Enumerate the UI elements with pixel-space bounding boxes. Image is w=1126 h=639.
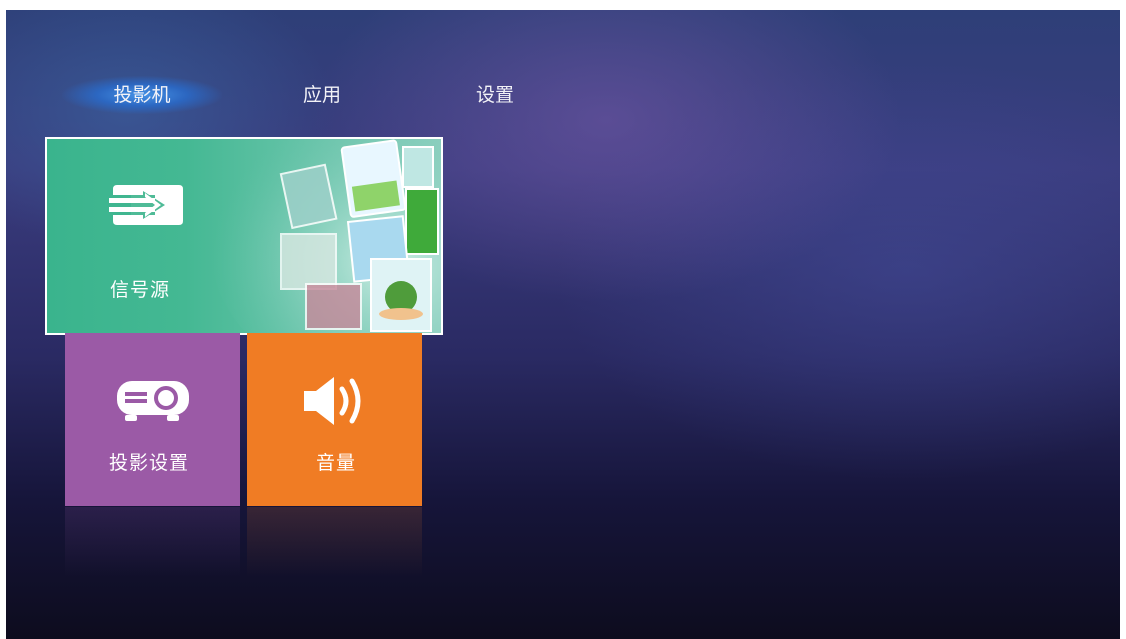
tile-reflection: [65, 507, 240, 577]
projector-home-screen: 投影机 应用 设置 信号源 投影设置 音量: [6, 10, 1120, 639]
tab-projector-label: 投影机: [113, 84, 171, 106]
volume-tile[interactable]: 音量: [247, 333, 422, 506]
input-arrow-icon: [109, 185, 183, 225]
tab-settings-label: 设置: [475, 84, 514, 106]
tab-projector[interactable]: 投影机: [62, 76, 222, 114]
media-collage-image: [211, 139, 441, 333]
top-tab-bar: 投影机 应用 设置: [6, 76, 606, 114]
volume-label: 音量: [316, 452, 357, 474]
source-tile-label: 信号源: [110, 279, 171, 301]
projection-settings-label: 投影设置: [109, 452, 190, 474]
speaker-icon: [304, 377, 361, 425]
projector-icon: [117, 381, 189, 421]
tile-reflection: [247, 507, 422, 577]
tab-apps-label: 应用: [302, 84, 341, 106]
tab-settings[interactable]: 设置: [460, 80, 530, 110]
tab-apps[interactable]: 应用: [287, 80, 357, 110]
projection-settings-tile[interactable]: 投影设置: [65, 333, 240, 506]
source-tile[interactable]: 信号源: [45, 137, 443, 335]
